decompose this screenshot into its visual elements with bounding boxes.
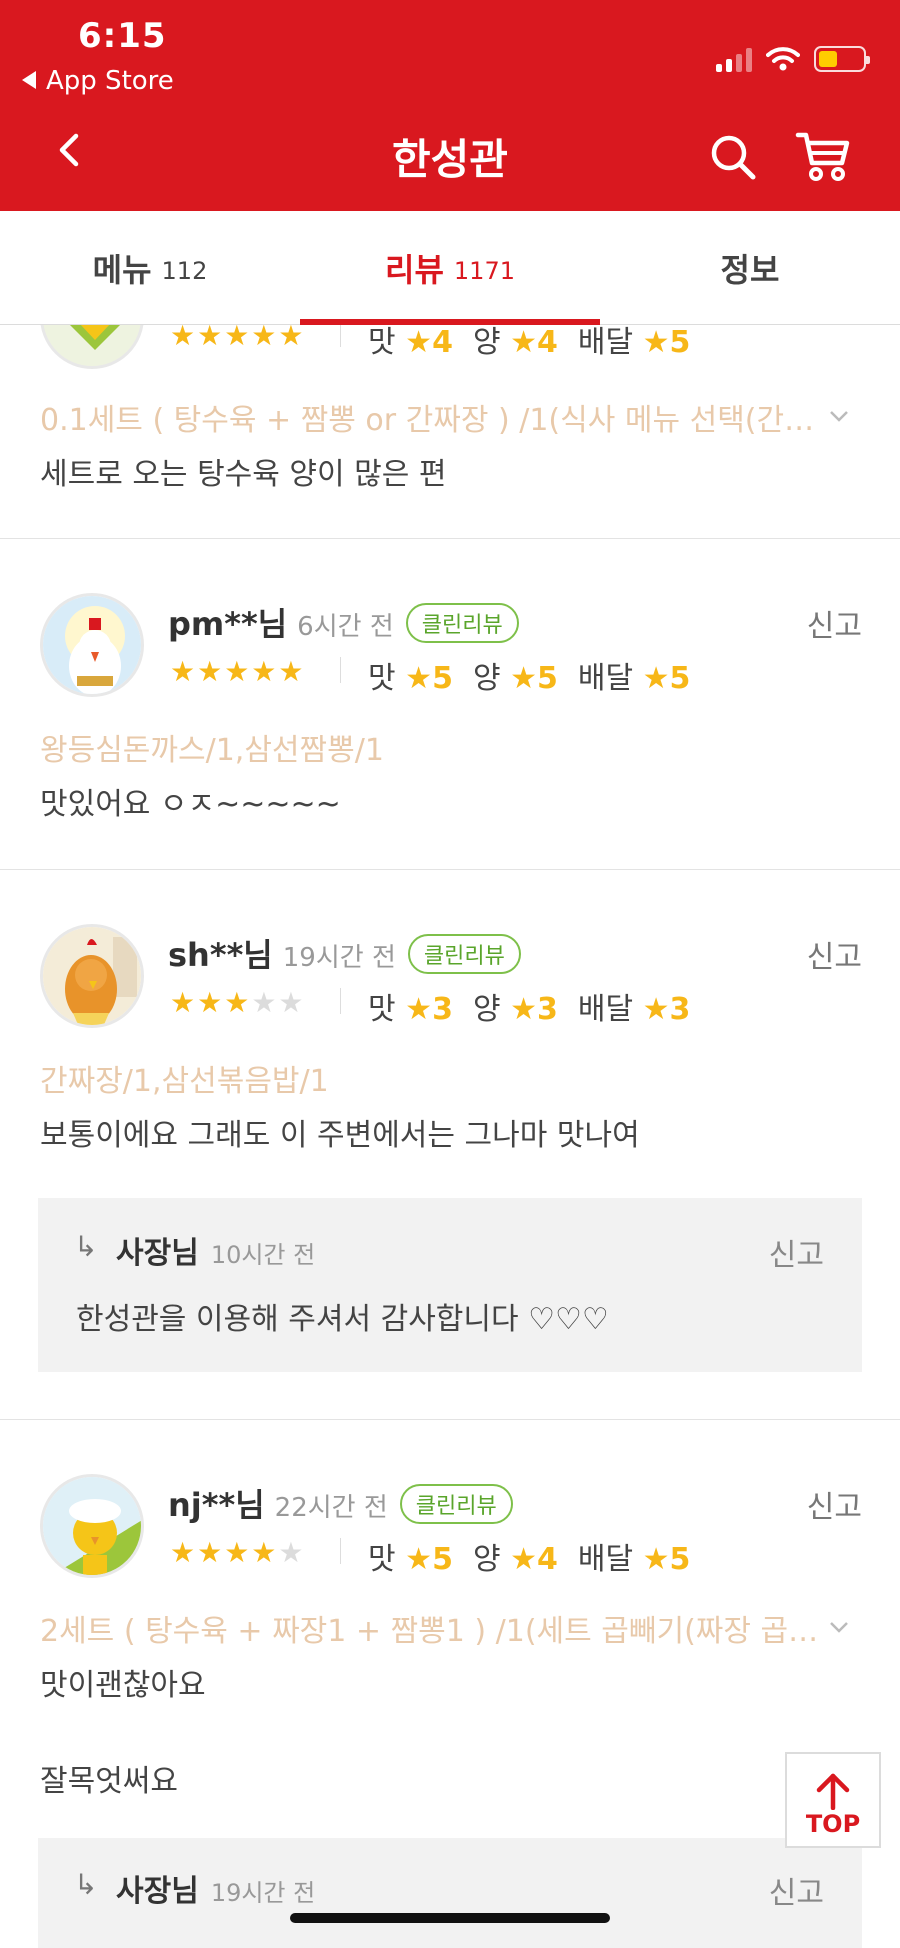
owner-name: 사장님 (116, 1874, 199, 1909)
order-items: 간짜장/1,삼선볶음밥/1 (40, 1064, 329, 1099)
chevron-down-icon[interactable] (828, 1616, 850, 1638)
cart-icon[interactable] (795, 130, 851, 182)
back-to-app-store-link[interactable]: App Store (22, 66, 174, 96)
back-app-label: App Store (46, 66, 174, 96)
tab-reviews-label: 리뷰 (385, 251, 444, 289)
review-item: nj**님 22시간 전 클린리뷰 신고 ★★★★★ 맛 ★5 양 ★4 배달 ★5 2… (0, 1420, 900, 1948)
report-button[interactable]: 신고 (807, 932, 862, 976)
back-triangle-icon (22, 70, 36, 89)
tab-reviews-count: 1171 (453, 257, 515, 285)
tab-info[interactable]: 정보 (600, 211, 900, 325)
search-icon[interactable] (708, 132, 758, 182)
reviewer-info: sh**님 19시간 전 클린리뷰 (168, 930, 521, 976)
status-time: 6:15 (78, 16, 167, 56)
review-time: 19시간 전 (282, 943, 396, 973)
order-items: 왕등심돈까스/1,삼선짬뽕/1 (40, 733, 384, 768)
chevron-down-icon[interactable] (828, 405, 850, 427)
rating-stars: ★★★★★ (170, 325, 306, 352)
reviewer-name: nj**님 (168, 1486, 265, 1524)
owner-reply-time: 10시간 전 (210, 1241, 316, 1269)
owner-reply: ↳ 사장님 10시간 전 신고 한성관을 이용해 주셔서 감사합니다 ♡♡♡ (38, 1198, 862, 1372)
owner-report-button[interactable]: 신고 (769, 1230, 824, 1274)
review-text: 맛이괜찮아요 (40, 1668, 206, 1703)
home-indicator[interactable] (290, 1913, 610, 1923)
report-button[interactable]: 신고 (807, 1482, 862, 1526)
reviewer-info: nj**님 22시간 전 클린리뷰 (168, 1480, 513, 1526)
sub-scores: 맛 ★5 양 ★5 배달 ★5 (368, 661, 691, 696)
rating-stars: ★★★★★ (170, 1536, 306, 1569)
owner-reply: ↳ 사장님 19시간 전 신고 (38, 1838, 862, 1948)
avatar (40, 325, 144, 369)
app-header: 6:15 App Store 한성관 (0, 0, 900, 211)
owner-reply-header: 사장님 10시간 전 (116, 1228, 315, 1272)
tab-menu[interactable]: 메뉴 112 (0, 211, 300, 325)
review-time: 22시간 전 (274, 1493, 388, 1523)
avatar (40, 593, 144, 697)
tab-info-label: 정보 (720, 251, 780, 289)
review-list[interactable]: ★★★★★ 맛 ★4 양 ★4 배달 ★5 0.1세트 ( 탕수육 + 짬뽕 or … (0, 325, 900, 1948)
review-item: pm**님 6시간 전 클린리뷰 신고 ★★★★★ 맛 ★5 양 ★5 배달 ★5 왕등… (0, 539, 900, 869)
sub-scores: 맛 ★3 양 ★3 배달 ★3 (368, 992, 691, 1027)
sub-scores: 맛 ★5 양 ★4 배달 ★5 (368, 1542, 691, 1577)
reviewer-name: pm**님 (168, 605, 288, 643)
review-text: 맛있어요 ㅇㅈ~~~~~ (40, 787, 341, 822)
owner-report-button[interactable]: 신고 (769, 1868, 824, 1912)
battery-icon (814, 46, 870, 72)
cellular-signal-icon (716, 46, 752, 72)
tab-bar: 메뉴 112 리뷰 1171 정보 (0, 211, 900, 325)
owner-reply-text: 한성관을 이용해 주셔서 감사합니다 ♡♡♡ (76, 1302, 609, 1337)
order-items: 2세트 ( 탕수육 + 짜장1 + 짬뽕1 ) /1(세트 곱빼기(짜장 곱… (40, 1614, 819, 1649)
review-time: 6시간 전 (297, 612, 394, 642)
reviewer-name: sh**님 (168, 936, 273, 974)
scroll-to-top-button[interactable]: TOP (785, 1752, 881, 1848)
reply-arrow-icon: ↳ (74, 1868, 98, 1901)
tab-reviews[interactable]: 리뷰 1171 (300, 211, 600, 325)
rating-stars: ★★★★★ (170, 986, 306, 1019)
owner-reply-time: 19시간 전 (210, 1879, 316, 1907)
sub-scores: 맛 ★4 양 ★4 배달 ★5 (368, 325, 691, 360)
reply-arrow-icon: ↳ (74, 1230, 98, 1263)
review-item: ★★★★★ 맛 ★4 양 ★4 배달 ★5 0.1세트 ( 탕수육 + 짬뽕 or … (0, 325, 900, 539)
page-title: 한성관 (392, 135, 508, 184)
rating-stars: ★★★★★ (170, 655, 306, 688)
avatar (40, 1474, 144, 1578)
clean-review-badge: 클린리뷰 (407, 934, 521, 974)
active-tab-indicator (300, 319, 600, 325)
clean-review-badge: 클린리뷰 (399, 1484, 513, 1524)
avatar (40, 924, 144, 1028)
review-item: sh**님 19시간 전 클린리뷰 신고 ★★★★★ 맛 ★3 양 ★3 배달 ★3 간… (0, 870, 900, 1426)
top-button-label: TOP (805, 1810, 861, 1838)
order-items: 0.1세트 ( 탕수육 + 짬뽕 or 간짜장 ) /1(식사 메뉴 선택(간… (40, 403, 815, 438)
tab-menu-label: 메뉴 (92, 251, 152, 289)
review-text: 세트로 오는 탕수육 양이 많은 편 (40, 457, 447, 492)
clean-review-badge: 클린리뷰 (405, 603, 519, 643)
review-text-continued: 잘목엇써요 (40, 1764, 178, 1799)
tab-menu-count: 112 (161, 257, 208, 285)
owner-name: 사장님 (116, 1236, 199, 1271)
status-icons (716, 38, 870, 72)
report-button[interactable]: 신고 (807, 601, 862, 645)
reviewer-info: pm**님 6시간 전 클린리뷰 (168, 599, 519, 645)
review-text: 보통이에요 그래도 이 주변에서는 그나마 맛나여 (40, 1118, 640, 1153)
owner-reply-header: 사장님 19시간 전 (116, 1866, 315, 1910)
arrow-up-icon (816, 1773, 850, 1810)
wifi-icon (766, 47, 800, 71)
